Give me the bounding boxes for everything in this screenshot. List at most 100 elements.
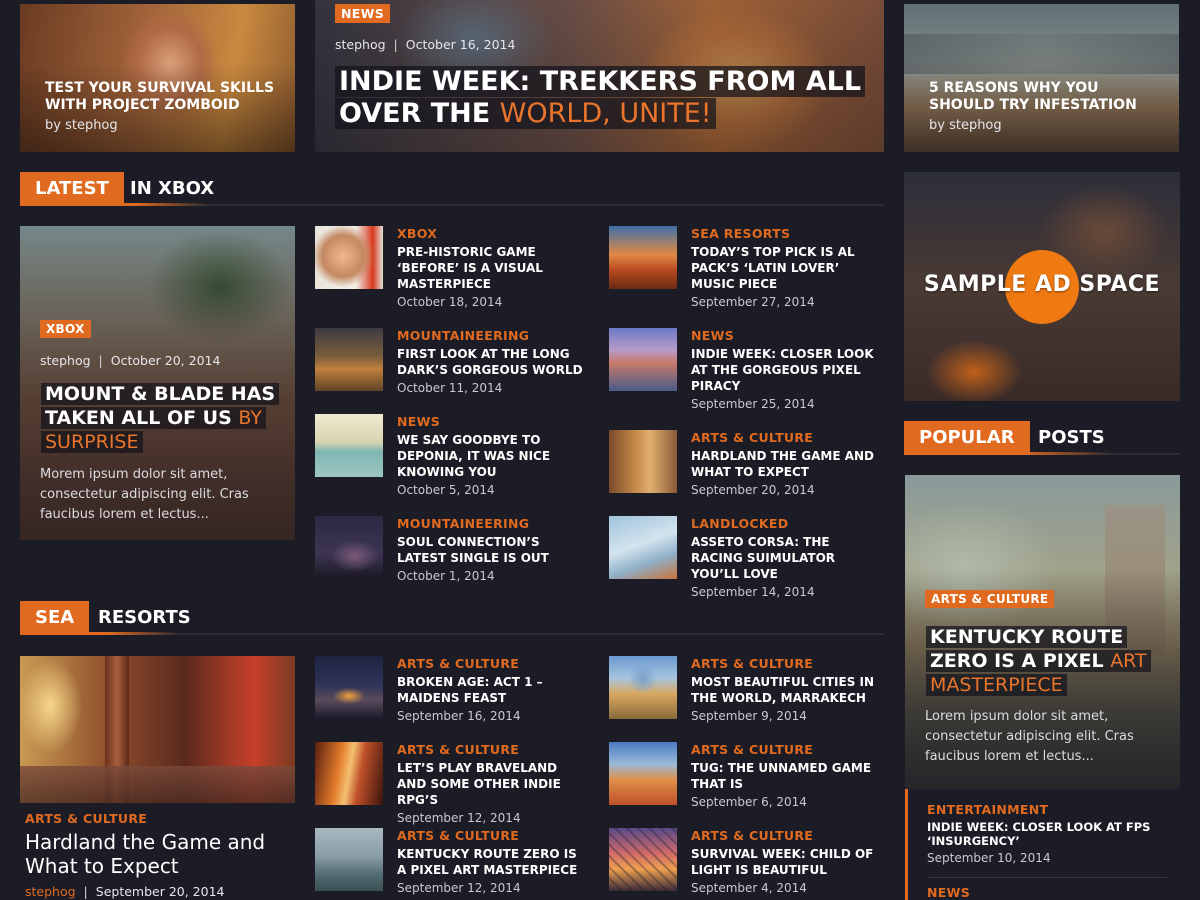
post-title[interactable]: KENTUCKY ROUTE ZERO IS A PIXEL ART MASTE… (926, 625, 1176, 697)
post-category[interactable]: ENTERTAINMENT (927, 802, 1167, 817)
post-category[interactable]: LANDLOCKED (691, 516, 881, 531)
hero-author[interactable]: stephog (335, 37, 386, 52)
post-thumbnail[interactable] (315, 226, 383, 289)
post-title[interactable]: MOUNT & BLADE HAS TAKEN ALL OF US BY SUR… (41, 382, 291, 454)
post-category[interactable]: XBOX (397, 226, 587, 241)
post-category[interactable]: MOUNTAINEERING (397, 516, 587, 531)
post-category-badge[interactable]: ARTS & CULTURE (925, 590, 1055, 608)
ad-banner[interactable]: SAMPLE AD SPACE (904, 172, 1180, 401)
post-date: September 4, 2014 (691, 881, 807, 895)
post-date: September 27, 2014 (691, 295, 815, 309)
list-item[interactable]: NEWS WE SAY GOODBYE TO DEPONIA, IT WAS N… (315, 414, 590, 497)
post-date: September 20, 2014 (95, 884, 225, 899)
list-item[interactable]: NEWS INDIE WEEK: CLOSER LOOK AT THE GORG… (609, 328, 884, 411)
post-title[interactable]: SOUL CONNECTION’S LATEST SINGLE IS OUT (397, 534, 587, 566)
post-title[interactable]: PRE-HISTORIC GAME ‘BEFORE’ IS A VISUAL M… (397, 244, 587, 292)
post-category-badge[interactable]: XBOX (40, 320, 91, 338)
post-title[interactable]: WE SAY GOODBYE TO DEPONIA, IT WAS NICE K… (397, 432, 587, 480)
post-thumbnail[interactable] (609, 742, 677, 805)
section-subtitle[interactable]: RESORTS (98, 601, 191, 635)
post-title[interactable]: HARDLAND THE GAME AND WHAT TO EXPECT (691, 448, 881, 480)
post-thumbnail[interactable] (609, 226, 677, 289)
image-floor (20, 766, 295, 803)
hero-category-badge[interactable]: NEWS (335, 4, 390, 23)
post-title[interactable]: Hardland the Game and What to Expect (25, 830, 295, 878)
post-title[interactable]: BROKEN AGE: ACT 1 – MAIDENS FEAST (397, 674, 587, 706)
post-thumbnail[interactable] (315, 828, 383, 891)
post-category[interactable]: ARTS & CULTURE (691, 742, 881, 757)
sea-feature-image[interactable] (20, 656, 295, 803)
post-title[interactable]: TODAY’S TOP PICK IS AL PACK’S ‘LATIN LOV… (691, 244, 881, 292)
post-category[interactable]: NEWS (927, 885, 1167, 900)
post-title[interactable]: INDIE WEEK: CLOSER LOOK AT THE GORGEOUS … (691, 346, 881, 394)
post-category[interactable]: NEWS (397, 414, 587, 429)
popular-feature-post[interactable]: ARTS & CULTURE KENTUCKY ROUTE ZERO IS A … (905, 475, 1180, 789)
featured-post-title[interactable]: 5 REASONS WHY YOU SHOULD TRY INFESTATION (929, 80, 1169, 114)
post-thumbnail[interactable] (315, 328, 383, 391)
list-item[interactable]: SEA RESORTS TODAY’S TOP PICK IS AL PACK’… (609, 226, 884, 309)
list-item[interactable]: ARTS & CULTURE LET’S PLAY BRAVELAND AND … (315, 742, 590, 825)
post-thumbnail[interactable] (315, 414, 383, 477)
hero-post-indie-week[interactable]: NEWS stephog | October 16, 2014 INDIE WEEK… (315, 0, 884, 152)
list-item[interactable]: ARTS & CULTURE HARDLAND THE GAME AND WHA… (609, 430, 884, 510)
post-category[interactable]: ARTS & CULTURE (397, 742, 587, 757)
post-author[interactable]: stephog (40, 353, 91, 368)
post-category[interactable]: SEA RESORTS (691, 226, 881, 241)
post-date: September 25, 2014 (691, 397, 815, 411)
section-subtitle[interactable]: POSTS (1038, 421, 1105, 455)
post-date: October 11, 2014 (397, 381, 503, 395)
post-category[interactable]: ARTS & CULTURE (691, 430, 881, 445)
post-date: September 14, 2014 (691, 585, 815, 599)
post-category[interactable]: NEWS (691, 328, 881, 343)
section-underline (20, 632, 180, 635)
post-category[interactable]: ARTS & CULTURE (397, 828, 587, 843)
post-thumbnail[interactable] (609, 656, 677, 719)
post-date: September 12, 2014 (397, 881, 521, 895)
post-thumbnail[interactable] (315, 516, 383, 579)
list-item[interactable]: ENTERTAINMENT INDIE WEEK: CLOSER LOOK AT… (927, 802, 1167, 865)
post-category[interactable]: ARTS & CULTURE (397, 656, 587, 671)
featured-post-infestation[interactable]: 5 REASONS WHY YOU SHOULD TRY INFESTATION… (904, 4, 1179, 152)
section-underline (904, 452, 1114, 455)
post-author[interactable]: stephog (25, 884, 76, 899)
section-tag[interactable]: LATEST (20, 172, 124, 206)
section-tag[interactable]: SEA (20, 601, 90, 635)
hero-title-line2: OVER THE WORLD, UNITE! (335, 98, 716, 129)
post-title[interactable]: KENTUCKY ROUTE ZERO IS A PIXEL ART MASTE… (397, 846, 587, 878)
post-title[interactable]: ASSETO CORSA: THE RACING SUIMULATOR YOU’… (691, 534, 881, 582)
featured-post-zomboid[interactable]: TEST YOUR SURVIVAL SKILLS WITH PROJECT Z… (20, 4, 295, 152)
list-item[interactable]: ARTS & CULTURE SURVIVAL WEEK: CHILD OF L… (609, 828, 884, 900)
post-title[interactable]: MOST BEAUTIFUL CITIES IN THE WORLD, MARR… (691, 674, 881, 706)
post-title[interactable]: FIRST LOOK AT THE LONG DARK’S GORGEOUS W… (397, 346, 587, 378)
post-thumbnail[interactable] (315, 656, 383, 719)
list-item[interactable]: ARTS & CULTURE BROKEN AGE: ACT 1 – MAIDE… (315, 656, 590, 736)
list-item[interactable]: MOUNTAINEERING FIRST LOOK AT THE LONG DA… (315, 328, 590, 408)
list-item[interactable]: XBOX PRE-HISTORIC GAME ‘BEFORE’ IS A VIS… (315, 226, 590, 309)
post-title[interactable]: TUG: THE UNNAMED GAME THAT IS (691, 760, 881, 792)
section-subtitle[interactable]: IN XBOX (130, 172, 214, 206)
ad-text: SAMPLE AD SPACE (923, 272, 1161, 297)
list-item[interactable]: ARTS & CULTURE MOST BEAUTIFUL CITIES IN … (609, 656, 884, 736)
post-category[interactable]: ARTS & CULTURE (691, 828, 881, 843)
post-meta: stephog | September 20, 2014 (25, 884, 295, 899)
post-thumbnail[interactable] (315, 742, 383, 805)
list-item[interactable]: LANDLOCKED ASSETO CORSA: THE RACING SUIM… (609, 516, 884, 599)
post-title[interactable]: INDIE WEEK: CLOSER LOOK AT FPS ‘INSURGEN… (927, 820, 1167, 848)
latest-feature-post[interactable]: XBOX stephog | October 20, 2014 MOUNT & BL… (20, 226, 295, 540)
post-category[interactable]: ARTS & CULTURE (691, 656, 881, 671)
section-tag[interactable]: POPULAR (904, 421, 1030, 455)
list-item[interactable]: NEWS (927, 885, 1167, 900)
post-thumbnail[interactable] (609, 828, 677, 891)
post-thumbnail[interactable] (609, 328, 677, 391)
post-category[interactable]: ARTS & CULTURE (25, 811, 295, 826)
list-item[interactable]: ARTS & CULTURE TUG: THE UNNAMED GAME THA… (609, 742, 884, 822)
post-title[interactable]: LET’S PLAY BRAVELAND AND SOME OTHER INDI… (397, 760, 587, 808)
list-item[interactable]: MOUNTAINEERING SOUL CONNECTION’S LATEST … (315, 516, 590, 596)
featured-post-title[interactable]: TEST YOUR SURVIVAL SKILLS WITH PROJECT Z… (45, 80, 285, 114)
hero-title[interactable]: INDIE WEEK: TREKKERS FROM ALL OVER THE W… (335, 66, 875, 130)
post-title[interactable]: SURVIVAL WEEK: CHILD OF LIGHT IS BEAUTIF… (691, 846, 881, 878)
list-item[interactable]: ARTS & CULTURE KENTUCKY ROUTE ZERO IS A … (315, 828, 590, 900)
post-thumbnail[interactable] (609, 430, 677, 493)
post-category[interactable]: MOUNTAINEERING (397, 328, 587, 343)
post-thumbnail[interactable] (609, 516, 677, 579)
